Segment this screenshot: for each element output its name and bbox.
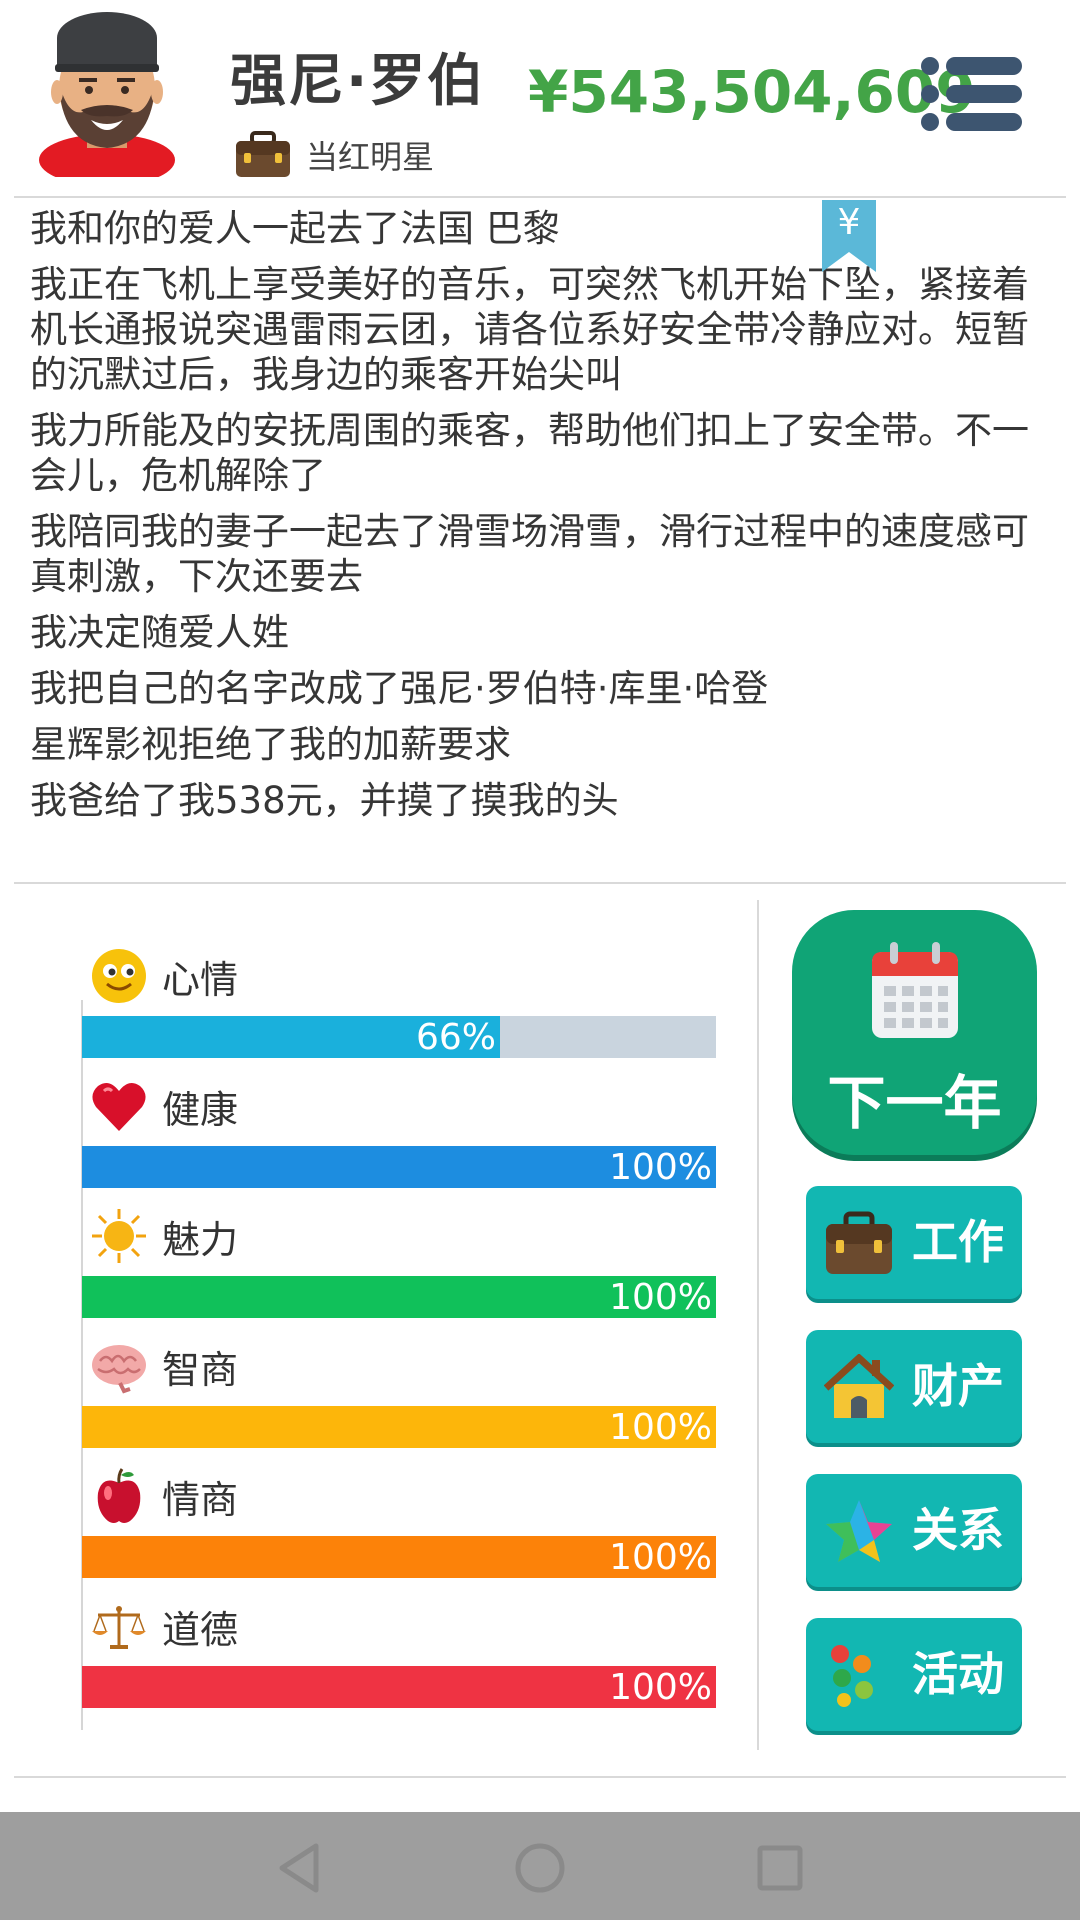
stat-charm: 魅力 100% bbox=[82, 1204, 716, 1324]
log-entry: 我陪同我的妻子一起去了滑雪场滑雪，滑行过程中的速度感可真刺激，下次还要去 bbox=[30, 510, 1029, 598]
menu-icon[interactable] bbox=[920, 56, 1024, 132]
header-divider bbox=[14, 196, 1066, 198]
log-entry: 我决定随爱人姓 bbox=[30, 611, 289, 654]
job-title: 当红明星 bbox=[306, 138, 435, 176]
log-entry: 我力所能及的安抚周围的乘客，帮助他们扣上了安全带。不一会儿，危机解除了 bbox=[30, 409, 1029, 497]
stat-iq: 智商 100% bbox=[82, 1334, 716, 1454]
stat-eq: 情商 100% bbox=[82, 1464, 716, 1584]
apple-icon bbox=[97, 1468, 141, 1523]
bookmark-yen-symbol: ¥ bbox=[837, 202, 861, 243]
player-name: 强尼·罗伯 bbox=[230, 49, 486, 114]
money-display: ¥543,504,609 bbox=[528, 58, 976, 126]
stat-label: 道德 bbox=[162, 1607, 239, 1652]
briefcase-icon bbox=[236, 131, 290, 177]
log-entry: 我爸给了我538元，并摸了摸我的头 bbox=[30, 779, 619, 822]
calendar-icon bbox=[872, 942, 958, 1038]
stat-bar: 66% bbox=[82, 1016, 716, 1058]
work-label: 工作 bbox=[912, 1215, 1004, 1269]
back-icon[interactable] bbox=[272, 1840, 328, 1896]
stat-bar-value: 100% bbox=[609, 1147, 712, 1188]
log-divider bbox=[14, 882, 1066, 884]
stat-head: 智商 bbox=[90, 1334, 238, 1398]
stat-bar-value: 100% bbox=[609, 1667, 712, 1708]
column-divider bbox=[757, 900, 759, 1750]
property-button[interactable]: 财产 bbox=[806, 1330, 1022, 1443]
stat-morality: 道德 100% bbox=[82, 1594, 716, 1714]
stat-head: 魅力 bbox=[90, 1204, 238, 1268]
house-icon bbox=[824, 1354, 894, 1418]
brain-icon bbox=[92, 1345, 146, 1394]
activities-button[interactable]: 活动 bbox=[806, 1618, 1022, 1731]
activities-icon bbox=[831, 1645, 873, 1707]
heart-icon bbox=[92, 1082, 146, 1131]
log-entry: 星辉影视拒绝了我的加薪要求 bbox=[30, 723, 511, 766]
job-status: 当红明星 bbox=[234, 130, 434, 180]
log-entry: 我把自己的名字改成了强尼·罗伯特·库里·哈登 bbox=[30, 667, 769, 710]
stat-head: 心情 bbox=[90, 944, 238, 1008]
stat-bar: 100% bbox=[82, 1666, 716, 1708]
stat-head: 道德 bbox=[90, 1594, 238, 1658]
bottom-divider bbox=[14, 1776, 1066, 1778]
stat-head: 健康 bbox=[90, 1074, 238, 1138]
smiley-icon bbox=[92, 949, 146, 1003]
property-label: 财产 bbox=[912, 1359, 1004, 1413]
stat-label: 情商 bbox=[162, 1477, 239, 1522]
stat-bar: 100% bbox=[82, 1276, 716, 1318]
stat-mood: 心情 66% bbox=[82, 944, 716, 1064]
work-button[interactable]: 工作 bbox=[806, 1186, 1022, 1299]
next-year-button[interactable]: 下一年 bbox=[792, 910, 1037, 1155]
system-nav-bar bbox=[0, 1812, 1080, 1920]
money-bookmark-icon[interactable]: ¥ bbox=[822, 200, 876, 272]
home-icon[interactable] bbox=[512, 1840, 568, 1896]
stat-bar: 100% bbox=[82, 1146, 716, 1188]
avatar bbox=[39, 12, 175, 177]
activities-label: 活动 bbox=[912, 1647, 1004, 1701]
briefcase-icon bbox=[826, 1211, 892, 1274]
stat-head: 情商 bbox=[90, 1464, 238, 1528]
stat-bar: 100% bbox=[82, 1406, 716, 1448]
stat-bar-value: 66% bbox=[415, 1017, 496, 1058]
stat-health: 健康 100% bbox=[82, 1074, 716, 1194]
stat-bar-value: 100% bbox=[609, 1537, 712, 1578]
stat-label: 智商 bbox=[162, 1347, 239, 1392]
stat-label: 魅力 bbox=[162, 1217, 239, 1262]
stat-bar-value: 100% bbox=[609, 1407, 712, 1448]
recents-icon[interactable] bbox=[752, 1840, 808, 1896]
sun-icon bbox=[92, 1209, 146, 1263]
relations-label: 关系 bbox=[912, 1503, 1004, 1557]
stat-bar-value: 100% bbox=[609, 1277, 712, 1318]
log-entry: 我和你的爱人一起去了法国 巴黎 bbox=[30, 207, 560, 250]
next-year-label: 下一年 bbox=[827, 1069, 1002, 1137]
event-log: 我和你的爱人一起去了法国 巴黎 我正在飞机上享受美好的音乐，可突然飞机开始下坠，… bbox=[30, 206, 1050, 834]
star-icon bbox=[826, 1500, 892, 1562]
scale-icon bbox=[92, 1606, 146, 1649]
stat-label: 健康 bbox=[162, 1087, 239, 1132]
log-entry: 我正在飞机上享受美好的音乐，可突然飞机开始下坠，紧接着机长通报说突遇雷雨云团，请… bbox=[30, 263, 1029, 396]
relations-button[interactable]: 关系 bbox=[806, 1474, 1022, 1587]
stat-bar: 100% bbox=[82, 1536, 716, 1578]
header: 强尼·罗伯 当红明星 ¥543,504,609 bbox=[0, 0, 1080, 196]
stat-label: 心情 bbox=[162, 957, 239, 1002]
